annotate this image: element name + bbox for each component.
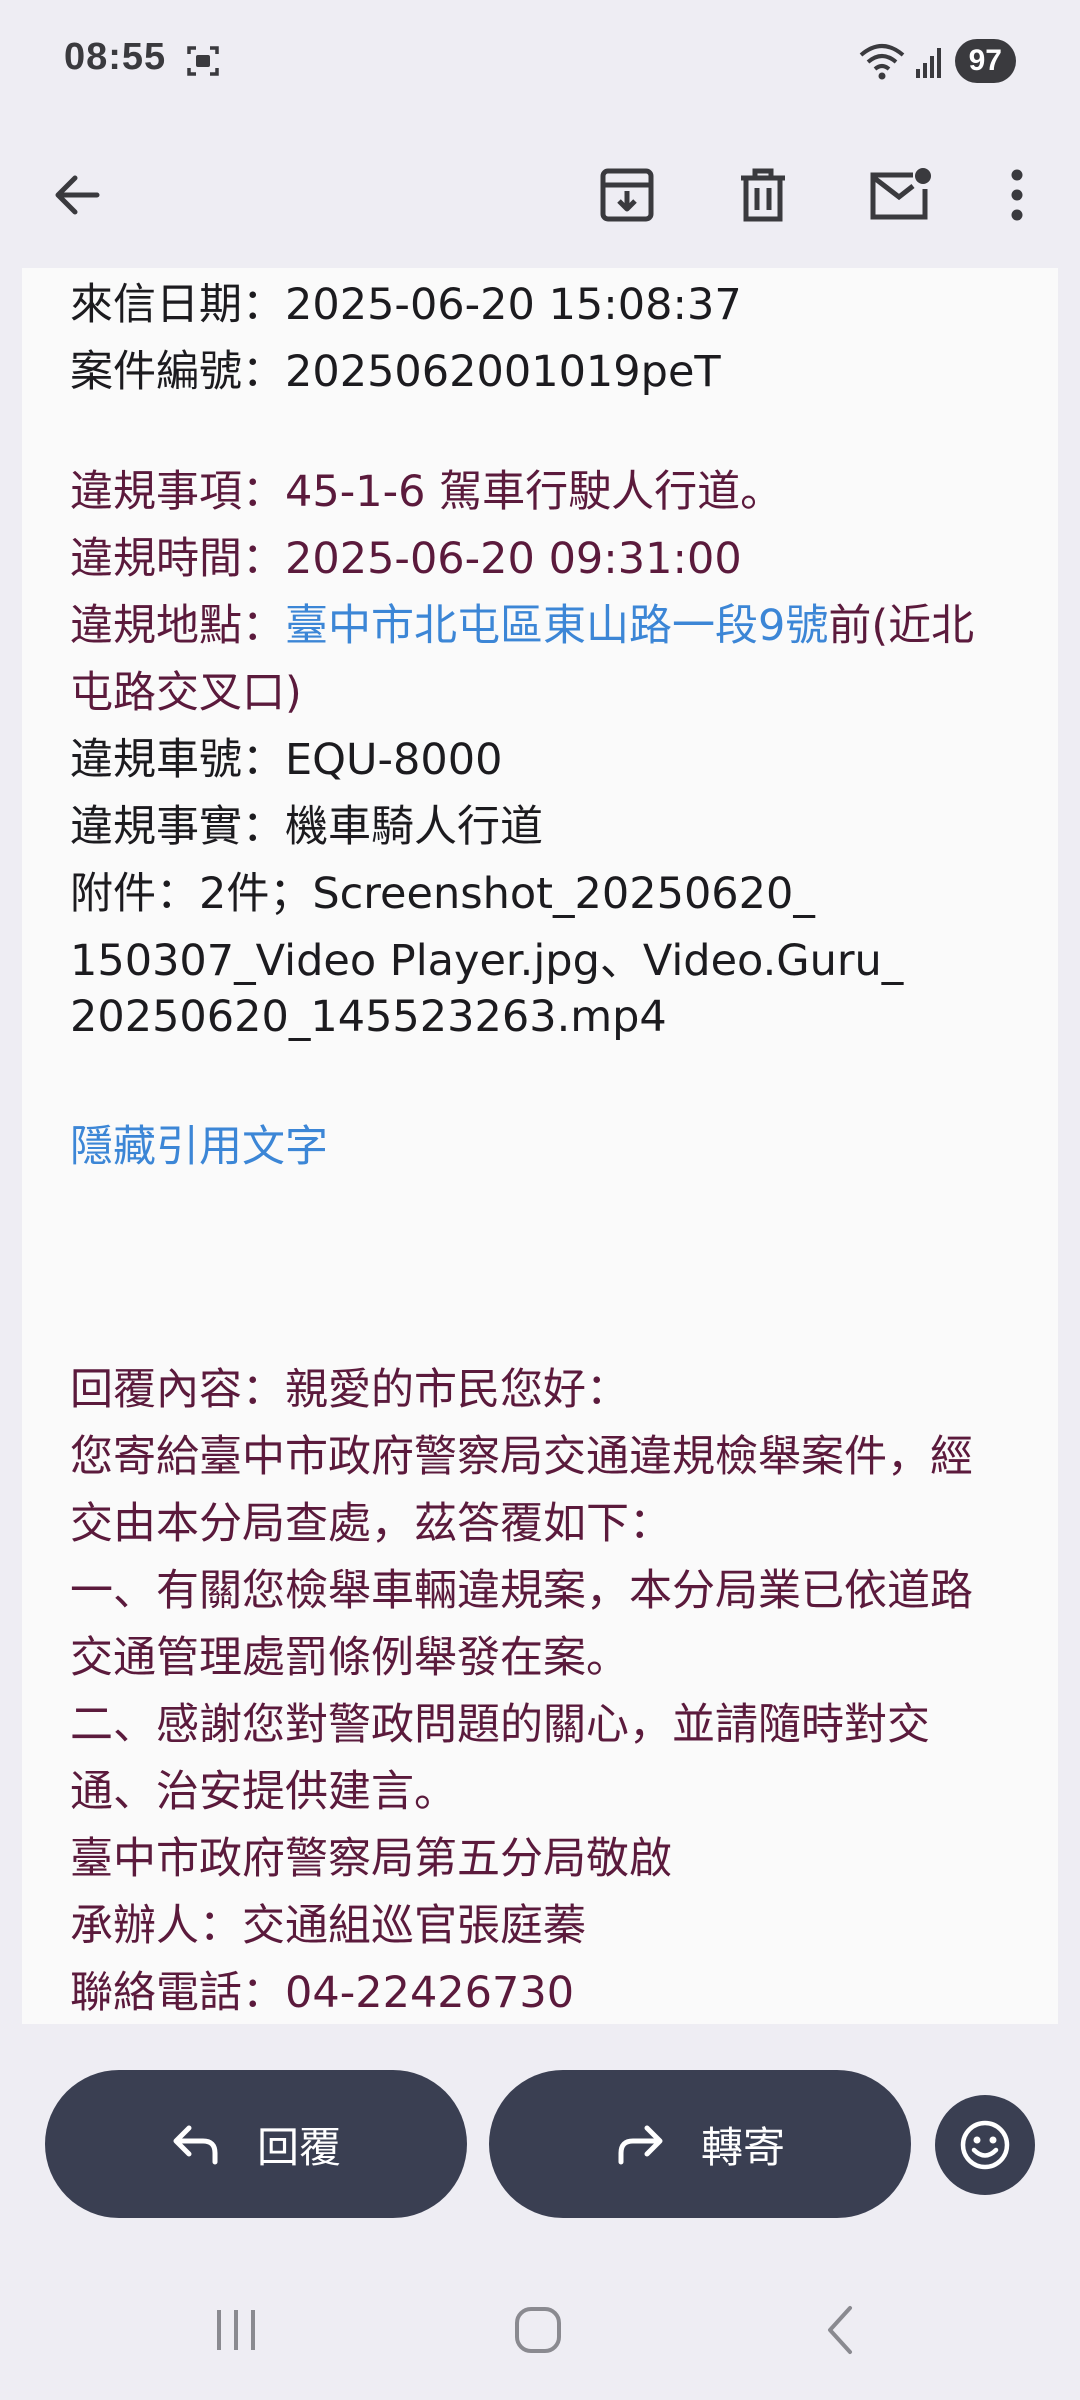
mark-unread-icon [870,168,931,220]
reply-line: 回覆內容：親愛的市民您好： [70,1365,629,1415]
recent-apps-button[interactable] [196,2300,276,2360]
back-chevron-icon [828,2306,852,2354]
reply-line: 二、感謝您對警政問題的關心，並請隨時對交 [70,1700,930,1750]
address-link[interactable]: 臺中市北屯區東山路一段9號 [285,601,828,651]
back-nav-button[interactable] [800,2300,880,2360]
reply-line: 臺中市政府警察局第五分局敬啟 [70,1834,672,1884]
reply-line: 一、有關您檢舉車輛違規案，本分局業已依道路 [70,1566,973,1616]
status-bar: 08:55 97 [0,0,1080,120]
reply-line: 聯絡電話：04-22426730 [70,1968,575,2018]
case-number-line: 案件編號：2025062001019peT [70,347,721,397]
wifi-icon [859,44,904,80]
attachment-line-1: 附件：2件；Screenshot_20250620_ [70,869,815,919]
screenshot-icon [187,46,219,76]
archive-icon [600,168,654,222]
reply-line: 通、治安提供建言。 [70,1767,457,1817]
forward-button[interactable]: 轉寄 [489,2070,911,2218]
delete-icon [741,168,785,222]
delete-button[interactable] [718,150,808,240]
home-button[interactable] [498,2300,578,2360]
received-date-line: 來信日期：2025-06-20 15:08:37 [70,280,742,330]
violation-item-line: 違規事項：45-1-6 駕車行駛人行道。 [70,467,784,517]
reply-line: 您寄給臺中市政府警察局交通違規檢舉案件，經 [70,1432,973,1482]
mark-unread-button[interactable] [855,150,945,240]
reply-icon [173,2125,218,2165]
status-time: 08:55 [64,36,167,78]
signal-icon [915,48,941,78]
more-options-button[interactable] [972,150,1062,240]
violation-place-line-2: 屯路交叉口) [70,668,302,718]
smiley-icon [960,2120,1010,2170]
reply-line: 承辦人：交通組巡官張庭蓁 [70,1901,586,1951]
reply-button[interactable]: 回覆 [45,2070,467,2218]
attachment-line-3: 20250620_145523263.mp4 [70,992,667,1042]
back-button[interactable] [32,150,122,240]
violation-place-line: 違規地點：臺中市北屯區東山路一段9號前(近北 [70,601,975,651]
email-toolbar [0,120,1080,270]
reply-line: 交由本分局查處，茲答覆如下： [70,1499,672,1549]
violation-time-line: 違規時間：2025-06-20 09:31:00 [70,534,742,584]
more-vert-icon [1011,169,1023,221]
hide-quoted-text-link[interactable]: 隱藏引用文字 [70,1114,328,1180]
home-icon [515,2307,561,2353]
back-arrow-icon [55,175,100,215]
violation-fact-line: 違規事實：機車騎人行道 [70,802,543,852]
reply-line: 交通管理處罰條例舉發在案。 [70,1633,629,1683]
status-icons: 97 [859,38,1016,84]
forward-icon [618,2125,663,2165]
emoji-reaction-button[interactable] [935,2095,1035,2195]
recent-apps-icon [217,2310,255,2350]
email-body[interactable]: 來信日期：2025-06-20 15:08:37 案件編號：2025062001… [22,268,1058,2024]
plate-line: 違規車號：EQU-8000 [70,735,503,785]
system-navigation-bar [0,2260,1080,2400]
forward-label: 轉寄 [700,2122,785,2172]
battery-level: 97 [954,39,1016,83]
archive-button[interactable] [582,150,672,240]
reply-label: 回覆 [256,2122,341,2172]
